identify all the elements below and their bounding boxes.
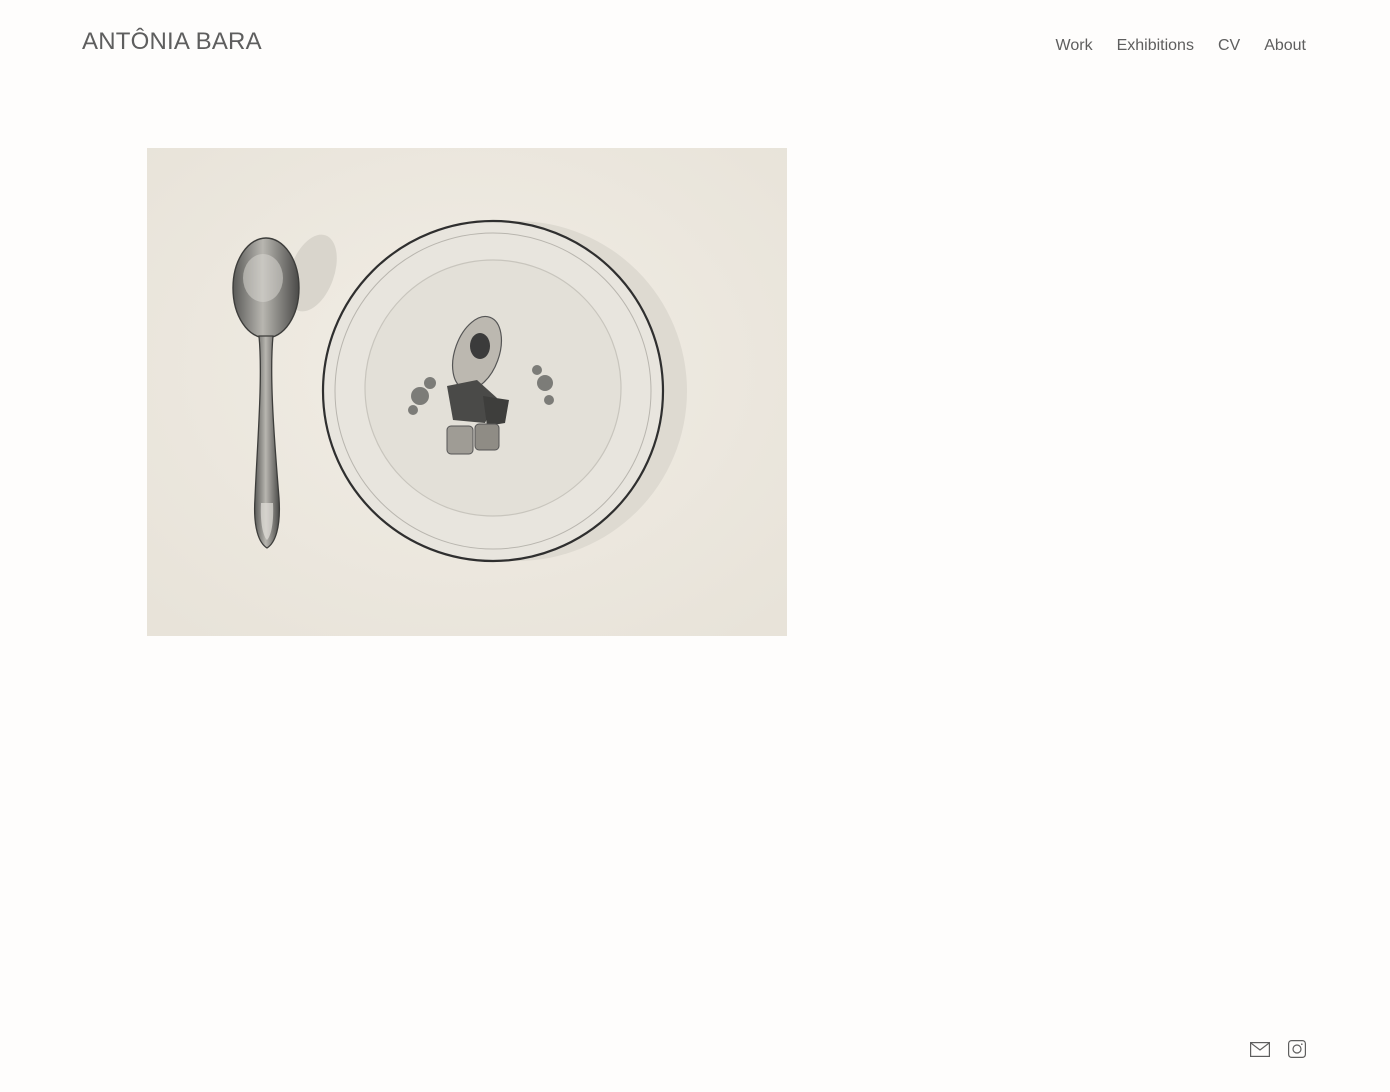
nav-work[interactable]: Work [1056, 37, 1093, 55]
nav-about[interactable]: About [1264, 37, 1306, 55]
site-title[interactable]: ANTÔNIA BARA [82, 28, 262, 56]
nav-cv[interactable]: CV [1218, 37, 1240, 55]
instagram-icon[interactable] [1288, 1040, 1306, 1058]
mail-icon[interactable] [1250, 1041, 1270, 1057]
artwork-image[interactable] [147, 148, 787, 636]
footer-social [1250, 1040, 1306, 1058]
nav-exhibitions[interactable]: Exhibitions [1117, 37, 1194, 55]
main-nav: Work Exhibitions CV About [1056, 37, 1306, 55]
page: ANTÔNIA BARA Work Exhibitions CV About [0, 0, 1390, 1092]
